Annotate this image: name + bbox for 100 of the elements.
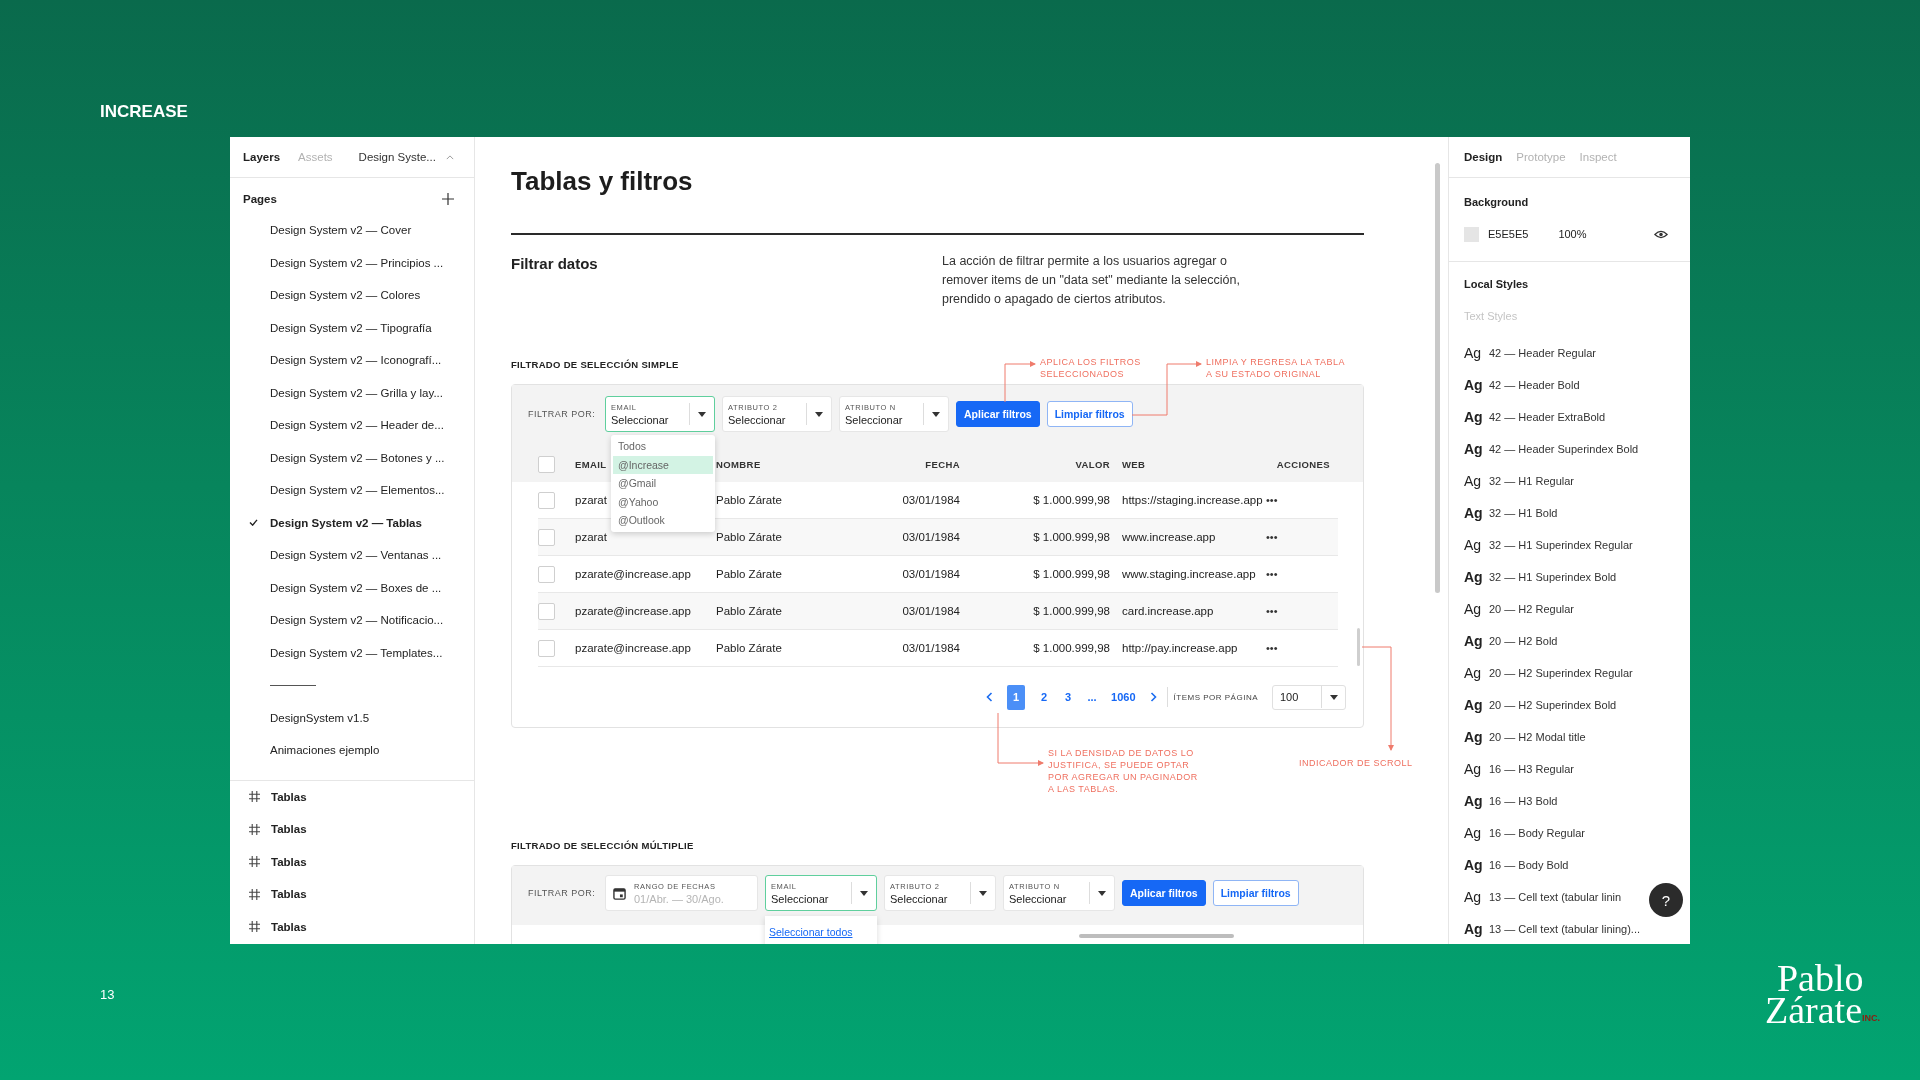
text-style-item[interactable]: Ag 42 — Header Regular: [1464, 337, 1596, 369]
frame-icon: [249, 823, 260, 835]
page-item[interactable]: Design System v2 — Elementos...: [230, 474, 474, 507]
table-cell: Pablo Zárate: [716, 642, 782, 654]
frame-icon: [249, 791, 260, 803]
more-actions-button[interactable]: •••: [1266, 642, 1278, 654]
panel-tab[interactable]: Design: [1464, 151, 1503, 163]
layer-item[interactable]: Tablas: [271, 823, 307, 836]
page-item[interactable]: Design System v2 — Header de...: [230, 409, 474, 442]
layer-item[interactable]: Tablas: [271, 888, 307, 901]
checkbox[interactable]: [538, 528, 555, 546]
help-button[interactable]: ?: [1649, 883, 1683, 917]
menu-item[interactable]: @Yahoo: [613, 492, 713, 511]
page-item[interactable]: Design System v2 — Botones y ...: [230, 441, 474, 474]
page-button[interactable]: 2: [1039, 691, 1050, 703]
color-hex[interactable]: E5E5E5: [1488, 228, 1529, 240]
menu-item[interactable]: @Gmail: [613, 474, 713, 493]
apply-filters-button[interactable]: Aplicar filtros: [1122, 880, 1206, 906]
text-style-item[interactable]: Ag 16 — H3 Bold: [1464, 785, 1558, 817]
text-style-item[interactable]: Ag 16 — Body Bold: [1464, 849, 1569, 881]
text-style-item[interactable]: Ag 32 — H1 Superindex Regular: [1464, 529, 1633, 561]
select-all-link[interactable]: Seleccionar todos: [769, 926, 853, 938]
text-style-item[interactable]: Ag 20 — H2 Bold: [1464, 625, 1558, 657]
scrollbar[interactable]: [1079, 934, 1234, 938]
clear-filters-button[interactable]: Limpiar filtros: [1046, 401, 1133, 427]
text-style-item[interactable]: Ag 42 — Header ExtraBold: [1464, 401, 1606, 433]
text-style-item[interactable]: Ag 20 — H2 Superindex Regular: [1464, 657, 1633, 689]
text-style-item[interactable]: Ag 16 — H3 Regular: [1464, 753, 1574, 785]
add-icon[interactable]: [442, 193, 454, 205]
color-swatch[interactable]: [1464, 226, 1479, 242]
column-header: EMAIL: [575, 458, 607, 470]
table-cell: $ 1.000.999,98: [1033, 605, 1110, 617]
more-actions-button[interactable]: •••: [1266, 494, 1278, 506]
text-style-item[interactable]: Ag 13 — Cell text (tabular lining)...: [1464, 913, 1640, 944]
table-cell: pzarat: [575, 531, 607, 543]
text-style-item[interactable]: Ag 20 — H2 Modal title: [1464, 721, 1586, 753]
select-value: Seleccionar: [728, 412, 787, 427]
page-item[interactable]: Design System v2 — Grilla y lay...: [230, 376, 474, 409]
page-button[interactable]: 1060: [1111, 691, 1136, 703]
eye-icon[interactable]: [1654, 229, 1668, 239]
text-style-item[interactable]: Ag 32 — H1 Bold: [1464, 497, 1558, 529]
table-cell: $ 1.000.999,98: [1033, 531, 1110, 543]
caret-icon: [932, 411, 940, 417]
text-style-item[interactable]: Ag 20 — H2 Superindex Bold: [1464, 689, 1617, 721]
menu-item[interactable]: @Increase: [613, 455, 713, 474]
page-item[interactable]: Design System v2 — Colores: [230, 279, 474, 312]
table-cell: $ 1.000.999,98: [1033, 494, 1110, 506]
page-item[interactable]: Design System v2 — Tipografía: [230, 311, 474, 344]
page-item[interactable]: Design System v2 — Boxes de ...: [230, 571, 474, 604]
apply-filters-button[interactable]: Aplicar filtros: [956, 401, 1040, 427]
caret-icon: [1098, 890, 1106, 896]
scrollbar[interactable]: [1435, 163, 1440, 593]
text-style-item[interactable]: Ag 16 — Body Regular: [1464, 817, 1585, 849]
layer-item[interactable]: Tablas: [271, 790, 307, 803]
checkbox[interactable]: [538, 639, 555, 657]
text-style-item[interactable]: Ag 32 — H1 Superindex Bold: [1464, 561, 1617, 593]
page-item[interactable]: Design System v2 — Iconografí...: [230, 344, 474, 377]
table-cell: 03/01/1984: [902, 494, 960, 506]
checkbox[interactable]: [538, 455, 555, 473]
next-icon[interactable]: [1149, 692, 1157, 702]
chevron-icon[interactable]: [445, 154, 454, 160]
panel-tab[interactable]: Layers: [243, 151, 281, 163]
layer-item[interactable]: Tablas: [271, 920, 307, 933]
page-item[interactable]: Animaciones ejemplo: [230, 734, 474, 767]
menu-item[interactable]: @Outlook: [613, 511, 713, 530]
text-style-item[interactable]: Ag 13 — Cell text (tabular linin: [1464, 881, 1622, 913]
menu-item[interactable]: Todos: [613, 437, 713, 456]
table-cell: pzarate@increase.app: [575, 642, 691, 654]
previous-icon[interactable]: [986, 692, 994, 702]
leader-line: [1004, 361, 1036, 403]
annotation-text: SI LA DENSIDAD DE DATOS LO JUSTIFICA, SE PUEDE OPTAR POR AGREGAR UN PAGINADOR A LAS TABLAS.: [1048, 747, 1198, 795]
page-button[interactable]: ...: [1087, 691, 1098, 703]
checkbox[interactable]: [538, 565, 555, 583]
page-item[interactable]: Design System v2 — Tablas: [230, 506, 474, 539]
page-button[interactable]: 3: [1063, 691, 1074, 703]
checkbox[interactable]: [538, 491, 555, 509]
page-item[interactable]: Design System v2 — Ventanas ...: [230, 539, 474, 572]
layer-item[interactable]: Tablas: [271, 855, 307, 868]
text-style-item[interactable]: Ag 20 — H2 Regular: [1464, 593, 1574, 625]
text-style-item[interactable]: Ag 32 — H1 Regular: [1464, 465, 1574, 497]
opacity-value[interactable]: 100%: [1558, 228, 1587, 240]
text-style-item[interactable]: Ag 42 — Header Bold: [1464, 369, 1580, 401]
page-size-select[interactable]: 100: [1272, 684, 1346, 710]
more-actions-button[interactable]: •••: [1266, 531, 1278, 543]
description-text: La acción de filtrar permite a los usuarios agregar o remover items de un "data set" mediante la selección, prendido o apagado de ciertos atributos.: [942, 253, 1241, 308]
table-cell: $ 1.000.999,98: [1033, 568, 1110, 580]
page-item[interactable]: Design System v2 — Principios ...: [230, 246, 474, 279]
more-actions-button[interactable]: •••: [1266, 568, 1278, 580]
items-per-page-label: ÍTEMS POR PÁGINA: [1173, 692, 1258, 702]
page-item[interactable]: DesignSystem v1.5: [230, 701, 474, 734]
checkbox[interactable]: [538, 602, 555, 620]
page-item[interactable]: Design System v2 — Cover: [230, 214, 474, 247]
column-header: VALOR: [1075, 458, 1110, 470]
section-title: Background: [1464, 195, 1529, 209]
more-actions-button[interactable]: •••: [1266, 605, 1278, 617]
page-item[interactable]: Design System v2 — Templates...: [230, 636, 474, 669]
file-name[interactable]: Design Syste...: [358, 151, 436, 163]
page-item[interactable]: Design System v2 — Notificacio...: [230, 604, 474, 637]
clear-filters-button[interactable]: Limpiar filtros: [1212, 880, 1299, 906]
text-style-item[interactable]: Ag 42 — Header Superindex Bold: [1464, 433, 1639, 465]
